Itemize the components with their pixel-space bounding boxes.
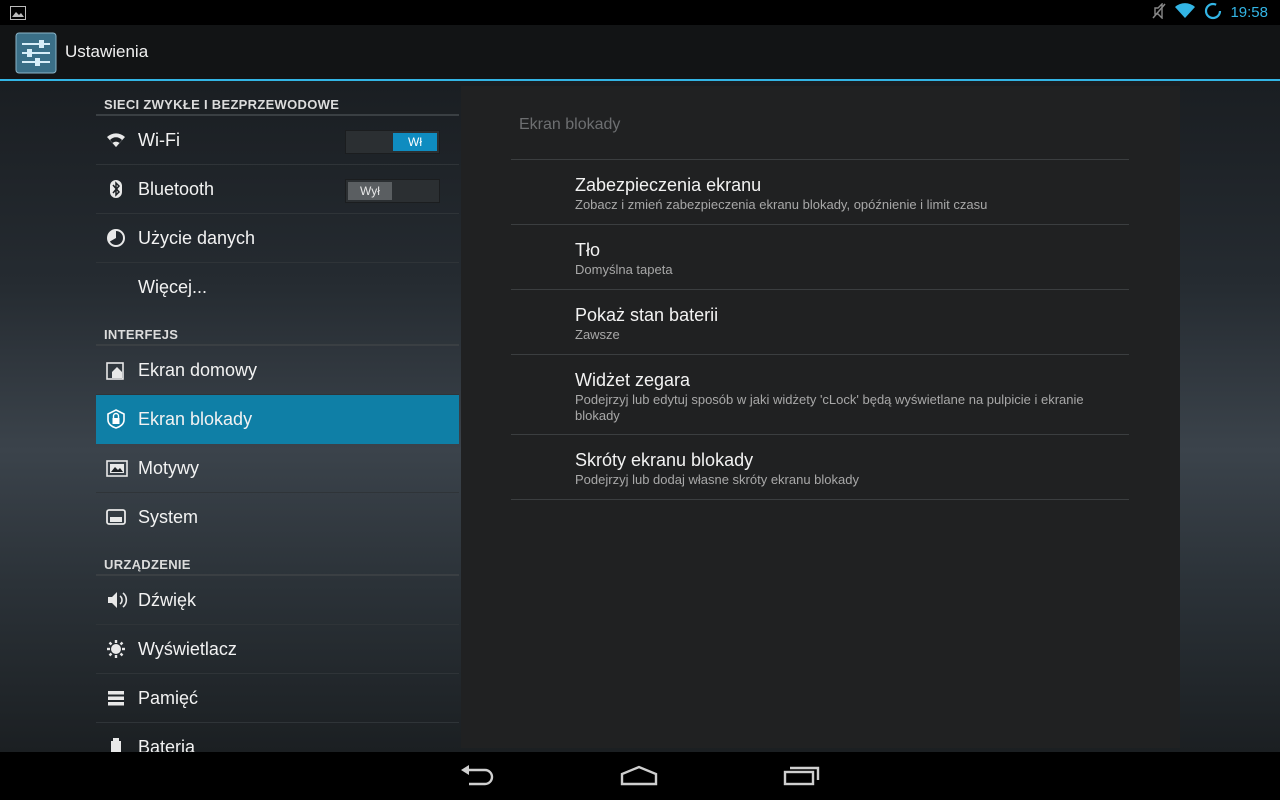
preference-list: Zabezpieczenia ekranu Zobacz i zmień zab… bbox=[511, 159, 1129, 500]
sidebar-item-data-usage[interactable]: Użycie danych bbox=[96, 214, 459, 263]
recent-apps-icon[interactable] bbox=[782, 762, 822, 790]
sidebar-item-label: Bluetooth bbox=[138, 179, 215, 199]
sidebar-item-battery[interactable]: Bateria bbox=[96, 723, 459, 752]
display-icon bbox=[106, 639, 126, 659]
pref-screen-security[interactable]: Zabezpieczenia ekranu Zobacz i zmień zab… bbox=[511, 160, 1129, 225]
bluetooth-icon bbox=[106, 179, 126, 199]
back-icon[interactable] bbox=[457, 762, 497, 790]
sidebar-item-label: Wyświetlacz bbox=[138, 639, 237, 659]
sidebar-item-wifi[interactable]: Wi-Fi Wł bbox=[96, 116, 459, 165]
wifi-signal-icon bbox=[1174, 2, 1196, 23]
wifi-icon bbox=[106, 130, 126, 150]
battery-icon bbox=[106, 737, 126, 752]
sidebar-item-themes[interactable]: Motywy bbox=[96, 444, 459, 493]
settings-list: SIECI ZWYKŁE I BEZPRZEWODOWE Wi-Fi Wł Bl… bbox=[96, 81, 459, 752]
sidebar-item-display[interactable]: Wyświetlacz bbox=[96, 625, 459, 674]
detail-title: Ekran blokady bbox=[519, 116, 621, 133]
pref-title: Zabezpieczenia ekranu bbox=[575, 175, 762, 195]
home-icon[interactable] bbox=[619, 762, 659, 790]
section-header: INTERFEJS bbox=[96, 311, 459, 346]
navigation-bar bbox=[0, 752, 1280, 800]
pref-title: Tło bbox=[575, 240, 601, 260]
app-title: Ustawienia bbox=[65, 42, 149, 61]
settings-sliders-icon[interactable] bbox=[15, 32, 57, 74]
sidebar-item-system[interactable]: System bbox=[96, 493, 459, 541]
status-bar: 19:58 bbox=[0, 0, 1280, 25]
storage-icon bbox=[106, 688, 126, 708]
sidebar-item-bluetooth[interactable]: Bluetooth Wył bbox=[96, 165, 459, 214]
sidebar-item-label: Pamięć bbox=[138, 688, 199, 708]
system-icon bbox=[106, 507, 126, 527]
sidebar-item-label: Ekran blokady bbox=[138, 409, 253, 429]
sidebar-item-sound[interactable]: Dźwięk bbox=[96, 576, 459, 625]
mute-icon bbox=[1152, 1, 1167, 23]
pref-battery-status[interactable]: Pokaż stan baterii Zawsze bbox=[511, 290, 1129, 355]
detail-pane: Ekran blokady Zabezpieczenia ekranu Zoba… bbox=[461, 86, 1180, 748]
sidebar-item-label: Dźwięk bbox=[138, 590, 197, 610]
sidebar-item-home-screen[interactable]: Ekran domowy bbox=[96, 346, 459, 395]
section-header: URZĄDZENIE bbox=[96, 541, 459, 576]
lock-screen-icon bbox=[106, 409, 126, 429]
themes-icon bbox=[106, 458, 128, 478]
bluetooth-toggle[interactable]: Wył bbox=[345, 179, 440, 203]
pref-summary: Podejrzyj lub dodaj własne skróty ekranu… bbox=[575, 472, 859, 487]
pref-title: Pokaż stan baterii bbox=[575, 305, 719, 325]
pref-clock-widget[interactable]: Widżet zegara Podejrzyj lub edytuj sposó… bbox=[511, 355, 1129, 435]
sidebar-item-label: Motywy bbox=[138, 458, 200, 478]
pref-summary: Zawsze bbox=[575, 327, 620, 342]
pref-summary: Domyślna tapeta bbox=[575, 262, 673, 277]
pref-summary: Podejrzyj lub edytuj sposób w jaki widże… bbox=[575, 392, 1084, 423]
section-header: SIECI ZWYKŁE I BEZPRZEWODOWE bbox=[96, 81, 459, 116]
sidebar-item-label: System bbox=[138, 507, 199, 527]
sidebar-item-more[interactable]: Więcej... bbox=[96, 263, 459, 311]
pref-wallpaper[interactable]: Tło Domyślna tapeta bbox=[511, 225, 1129, 290]
home-screen-icon bbox=[106, 360, 126, 380]
sidebar-item-label: Wi-Fi bbox=[138, 130, 180, 150]
sidebar-item-lock-screen[interactable]: Ekran blokady bbox=[96, 395, 459, 444]
pref-title: Widżet zegara bbox=[575, 370, 691, 390]
pref-title: Skróty ekranu blokady bbox=[575, 450, 754, 470]
action-bar: Ustawienia bbox=[0, 25, 1280, 81]
pref-summary: Zobacz i zmień zabezpieczenia ekranu blo… bbox=[575, 197, 988, 212]
sidebar-item-label: Więcej... bbox=[138, 277, 208, 297]
pref-lockscreen-shortcuts[interactable]: Skróty ekranu blokady Podejrzyj lub doda… bbox=[511, 435, 1129, 500]
clock: 19:58 bbox=[1230, 4, 1268, 21]
sound-icon bbox=[106, 590, 128, 610]
sync-icon bbox=[1204, 2, 1222, 24]
data-usage-icon bbox=[106, 228, 126, 248]
wifi-toggle[interactable]: Wł bbox=[345, 130, 440, 154]
sidebar-item-label: Bateria bbox=[138, 737, 196, 752]
sidebar-item-label: Ekran domowy bbox=[138, 360, 258, 380]
sidebar-item-storage[interactable]: Pamięć bbox=[96, 674, 459, 723]
sidebar-item-label: Użycie danych bbox=[138, 228, 256, 248]
image-notification-icon[interactable] bbox=[10, 5, 26, 20]
